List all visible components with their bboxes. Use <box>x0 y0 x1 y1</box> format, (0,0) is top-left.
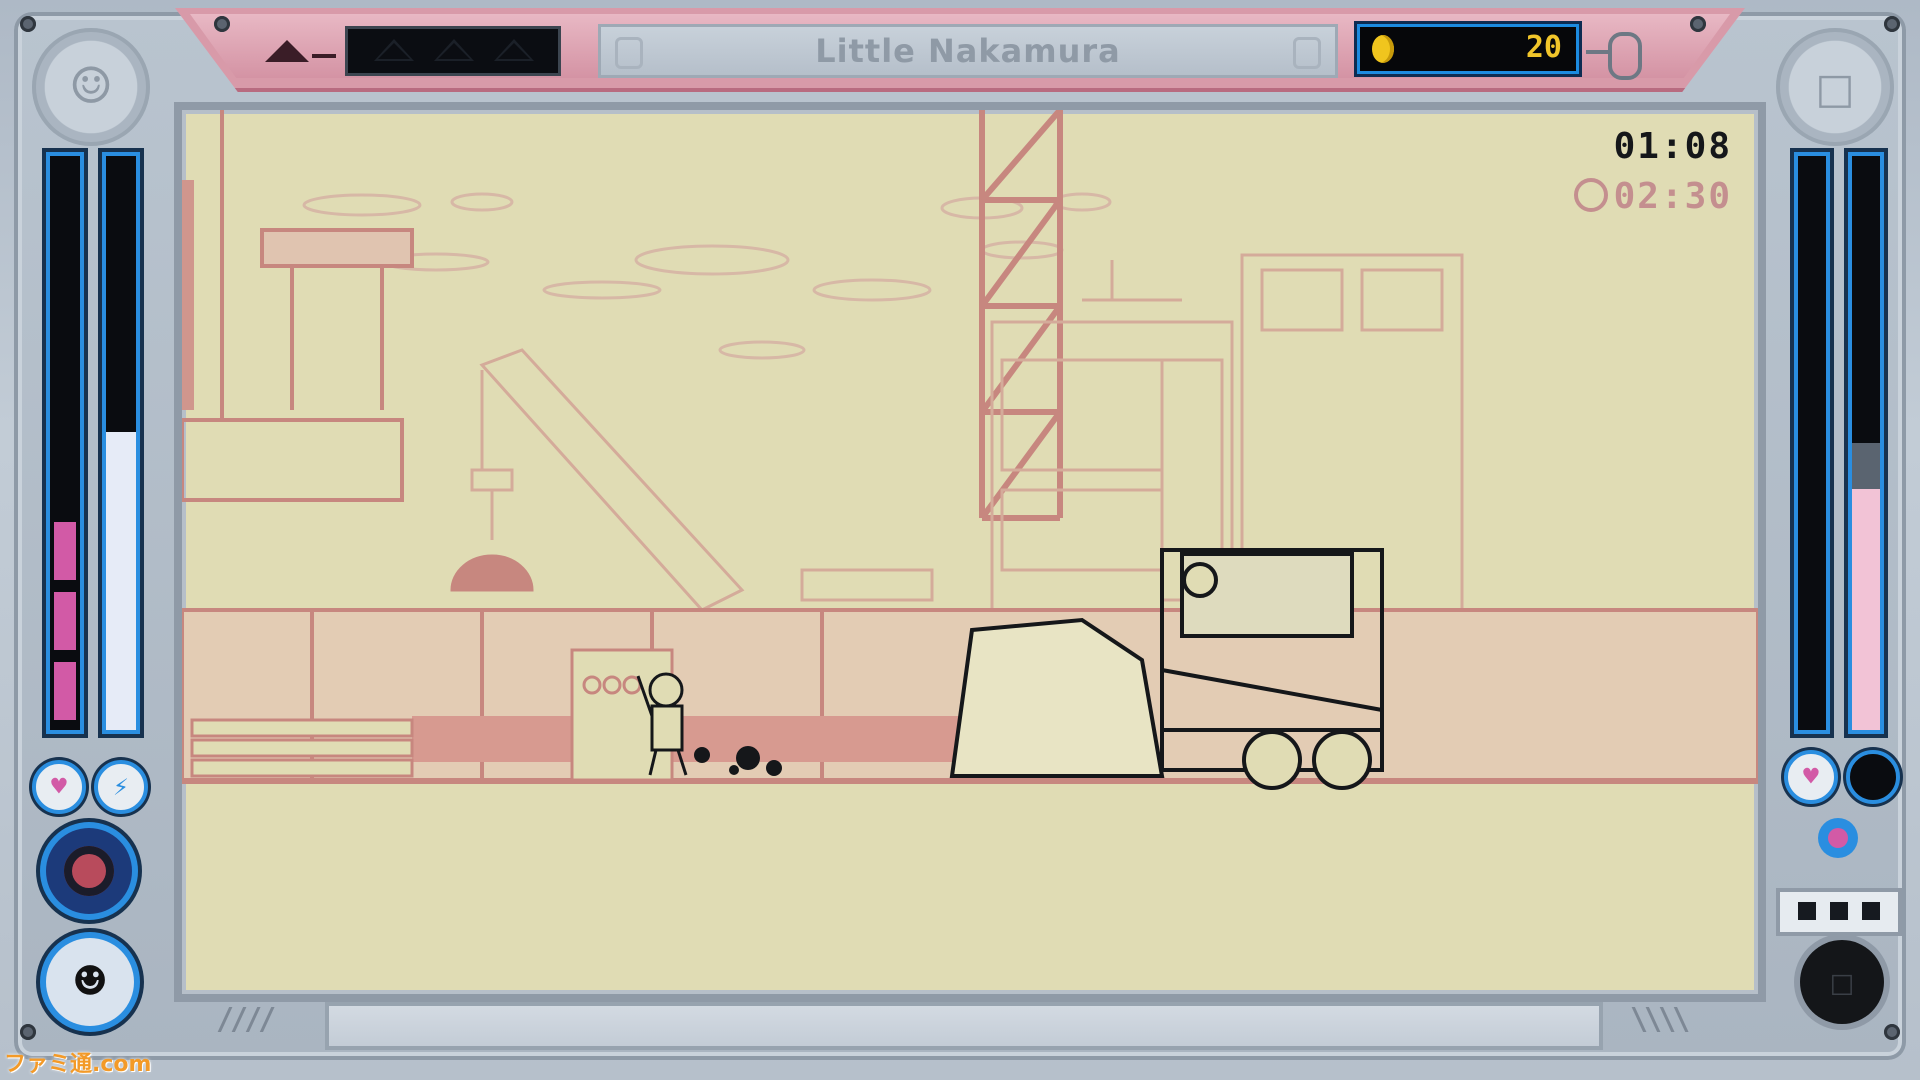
stage-title: Little Nakamura <box>815 32 1121 70</box>
item-slot <box>1830 902 1848 920</box>
bolt-button: ⚡ <box>94 760 148 814</box>
left-building <box>182 110 414 502</box>
clock-icon <box>1573 178 1608 212</box>
life-slot-icon <box>374 39 414 61</box>
coin-counter: 20 <box>1357 24 1579 74</box>
energy-fill <box>106 431 136 730</box>
vent-slashes-icon: \\\\ <box>1630 1002 1690 1037</box>
boss-gem-core <box>1828 828 1848 848</box>
item-slot <box>1862 902 1880 920</box>
lives-arrow-line <box>312 54 336 58</box>
bottom-panel <box>325 1002 1603 1050</box>
elapsed-timer: 01:08 <box>1613 126 1732 167</box>
player-portrait-emblem: ☺ <box>32 28 150 146</box>
stage-title-panel: Little Nakamura <box>598 24 1338 78</box>
mobile-crane <box>450 348 934 612</box>
player-face-icon: ☺ <box>71 50 111 124</box>
boss-avatar-icon: ☐ <box>1800 940 1884 1024</box>
bolt-icon: ⚡ <box>113 772 129 802</box>
heart-icon: ♥ <box>51 772 67 802</box>
coin-count: 20 <box>1525 30 1562 65</box>
special-ring-icon <box>46 828 132 914</box>
player-health-bar <box>46 152 84 734</box>
screw-icon <box>214 16 230 32</box>
stage-scene <box>182 110 1758 790</box>
game-screen[interactable]: 01:08 02:30 <box>174 102 1766 1002</box>
tower-crane <box>979 110 1063 521</box>
boss-dark-indicator <box>1846 750 1900 804</box>
boss-energy-fill <box>1798 638 1826 730</box>
boss-heart-button: ♥ <box>1784 750 1838 804</box>
target-time: 02:30 <box>1613 176 1732 217</box>
health-segment <box>54 592 76 650</box>
screw-icon <box>20 1024 36 1040</box>
boss-energy-bar <box>1794 152 1830 734</box>
watermark-logo: ファミ通.com <box>4 1052 152 1077</box>
boss-hex-gem-icon <box>1818 818 1858 858</box>
pipe-stack <box>190 718 414 778</box>
clip-icon <box>1608 32 1642 80</box>
vent-slashes-icon: //// <box>216 1002 276 1037</box>
heart-icon: ♥ <box>1803 762 1819 792</box>
health-segment <box>54 522 76 580</box>
player-energy-bar <box>102 152 140 734</box>
target-timer: 02:30 <box>1573 176 1732 217</box>
boss-item-slots <box>1776 888 1902 936</box>
title-bracket-icon <box>615 37 643 69</box>
boss-face-icon: ☐ <box>1815 50 1855 124</box>
heart-button: ♥ <box>32 760 86 814</box>
lives-arrow-icon <box>265 40 309 62</box>
player-avatar-icon: ☻ <box>46 938 134 1026</box>
clouds <box>302 192 1112 360</box>
boss-health-fill <box>1852 443 1880 730</box>
boss-portrait-emblem: ☐ <box>1776 28 1894 146</box>
special-ring-core <box>64 846 114 896</box>
boss-health-bar <box>1848 152 1884 734</box>
screw-icon <box>1690 16 1706 32</box>
life-slot-icon <box>434 39 474 61</box>
item-slot <box>1798 902 1816 920</box>
coin-icon <box>1372 35 1394 63</box>
clip-connector <box>1586 50 1608 54</box>
screw-icon <box>1884 1024 1900 1040</box>
title-bracket-icon <box>1293 37 1321 69</box>
life-slot-icon <box>494 39 534 61</box>
lives-indicator <box>345 26 561 76</box>
health-segment <box>54 662 76 720</box>
